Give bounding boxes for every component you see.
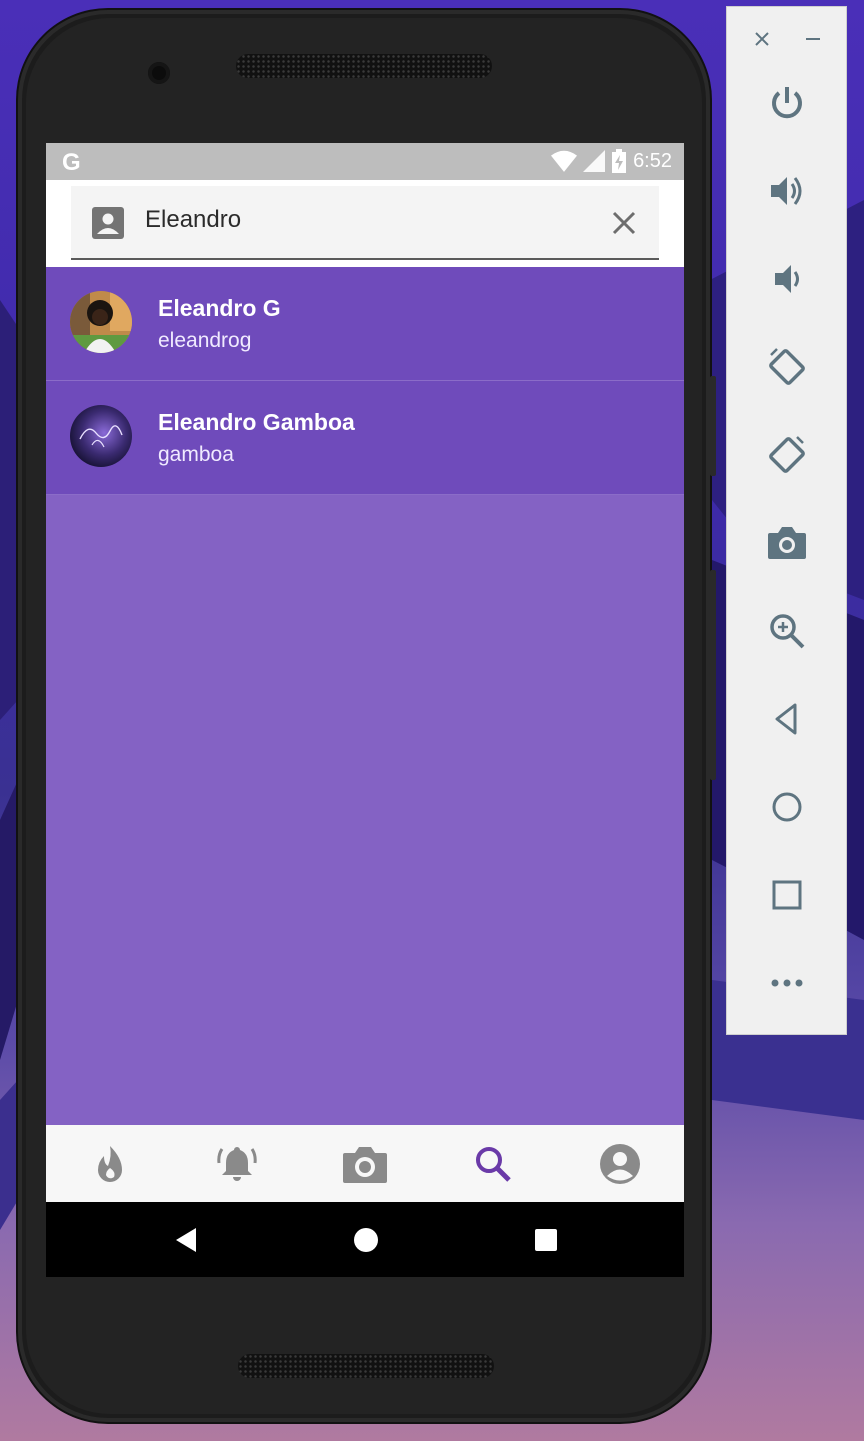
contact-icon — [92, 207, 124, 239]
status-time: 6:52 — [633, 149, 672, 172]
overview-icon — [772, 880, 802, 910]
nav-item-hot[interactable] — [80, 1134, 140, 1194]
more-button[interactable] — [757, 953, 817, 1013]
flame-icon — [97, 1145, 122, 1182]
power-side-button — [710, 376, 716, 476]
volume-up-button[interactable] — [757, 161, 817, 221]
wifi-icon — [551, 150, 578, 172]
result-username: gamboa — [158, 443, 234, 466]
nav-item-profile[interactable] — [590, 1134, 650, 1194]
bottom-speaker — [238, 1354, 494, 1378]
nav-item-notifications[interactable] — [207, 1134, 267, 1194]
back-button[interactable] — [757, 689, 817, 749]
zoom-icon — [770, 614, 805, 649]
system-navigation-bar — [46, 1202, 684, 1277]
emulator-toolbar — [726, 6, 847, 1035]
avatar — [70, 291, 132, 353]
rotate-left-button[interactable] — [757, 337, 817, 397]
volume-down-button[interactable] — [757, 249, 817, 309]
home-button[interactable] — [757, 777, 817, 837]
close-icon[interactable] — [609, 208, 639, 238]
search-app-bar: Eleandro — [46, 180, 684, 267]
account-icon — [600, 1143, 641, 1184]
screenshot-icon — [768, 527, 806, 559]
result-name: Eleandro G — [158, 295, 281, 321]
power-button[interactable] — [757, 73, 817, 133]
rotate-right-button[interactable] — [757, 425, 817, 485]
nav-item-camera[interactable] — [335, 1134, 395, 1194]
home-icon[interactable] — [352, 1225, 380, 1255]
recents-icon[interactable] — [532, 1225, 560, 1255]
result-name: Eleandro Gamboa — [158, 409, 355, 435]
bottom-navigation — [46, 1125, 684, 1202]
search-icon — [475, 1146, 511, 1182]
status-bar: G 6:52 — [46, 143, 684, 180]
bell-icon — [217, 1146, 258, 1181]
search-field[interactable]: Eleandro — [71, 186, 659, 260]
back-icon[interactable] — [172, 1225, 200, 1255]
list-item[interactable]: Eleandro G eleandrog — [46, 267, 684, 381]
google-g-icon: G — [62, 149, 81, 176]
volume-down-icon — [775, 265, 799, 293]
volume-up-icon — [771, 177, 802, 205]
close-icon[interactable] — [754, 31, 770, 47]
more-icon — [771, 979, 803, 987]
nav-item-search[interactable] — [463, 1134, 523, 1194]
volume-side-button — [710, 570, 716, 780]
camera-icon — [342, 1146, 387, 1183]
back-icon — [775, 703, 797, 735]
top-speaker — [236, 54, 492, 78]
signal-icon — [583, 150, 606, 172]
rotate-right-icon — [769, 436, 805, 473]
power-icon — [772, 87, 802, 119]
app-screen: G 6:52 Eleandro Eleandro G eleandrog Ele… — [46, 143, 684, 1277]
front-camera — [148, 62, 170, 84]
battery-charging-icon — [612, 149, 627, 173]
screenshot-button[interactable] — [757, 513, 817, 573]
rotate-left-icon — [769, 348, 805, 385]
list-item[interactable]: Eleandro Gamboa gamboa — [46, 381, 684, 495]
result-username: eleandrog — [158, 329, 252, 352]
avatar — [70, 405, 132, 467]
search-results-list: Eleandro G eleandrog Eleandro Gamboa gam… — [46, 267, 684, 495]
minimize-icon[interactable] — [805, 31, 821, 47]
home-icon — [772, 792, 802, 822]
zoom-button[interactable] — [757, 601, 817, 661]
overview-button[interactable] — [757, 865, 817, 925]
search-input[interactable]: Eleandro — [145, 206, 241, 234]
